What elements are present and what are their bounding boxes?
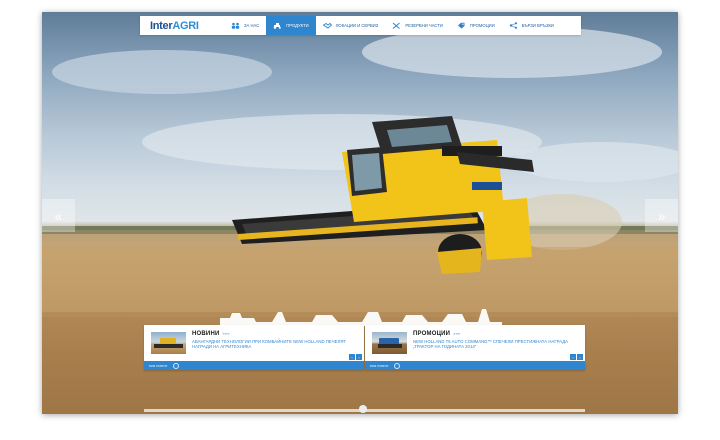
news-headline-link[interactable]: АВАНГАРДНИ ТЕХНОЛОГИИ ПРИ КОМБАЙНИТЕ NEW… [192, 339, 357, 349]
promo-card: ПРОМОЦИИ»»» NEW HOLLAND T6 AUTO COMMAND™… [365, 325, 585, 370]
nav-item-promotions[interactable]: ПРОМОЦИИ [450, 16, 502, 35]
promo-headline-link[interactable]: NEW HOLLAND T6 AUTO COMMAND™ СПЕЧЕЛИ ПРЕ… [413, 339, 578, 349]
promo-more-dots[interactable]: »»» [453, 331, 460, 336]
nav-item-about[interactable]: ЗА НАС [224, 16, 266, 35]
nav-item-label: БЪРЗИ ВРЪЗКИ [521, 23, 554, 28]
promo-footer: виж повече [365, 361, 585, 370]
nav-item-products[interactable]: ПРОДУКТИ [266, 16, 316, 35]
nav-item-locations[interactable]: ЛОКАЦИИ И СЕРВИЗ [316, 16, 386, 35]
top-nav: Inter AGRI ЗА НАС ПРОДУКТИ ЛОКАЦИИ И СЕРВ… [140, 16, 581, 35]
slider-prev-button[interactable]: « [42, 199, 75, 232]
tag-icon [457, 22, 465, 29]
circle-arrow-icon[interactable] [394, 362, 401, 369]
nav-item-label: РЕЗЕРВНИ ЧАСТИ [405, 23, 443, 28]
news-thumbnail[interactable] [151, 332, 186, 354]
nav-item-label: ЛОКАЦИИ И СЕРВИЗ [335, 23, 379, 28]
hero-slider: Inter AGRI ЗА НАС ПРОДУКТИ ЛОКАЦИИ И СЕРВ… [42, 12, 678, 414]
nav-item-parts[interactable]: РЕЗЕРВНИ ЧАСТИ [385, 16, 450, 35]
slide-indicator[interactable] [359, 405, 367, 413]
nav-item-label: ПРОМОЦИИ [469, 23, 495, 28]
news-more-link[interactable]: виж повече [149, 364, 167, 368]
news-footer: виж повече [144, 361, 364, 370]
promo-title: ПРОМОЦИИ»»» [413, 331, 460, 337]
handshake-icon [322, 22, 332, 29]
people-icon [231, 22, 240, 29]
nav-item-label: ПРОДУКТИ [286, 23, 309, 28]
logo-part2: AGRI [172, 19, 199, 32]
promo-prev-button[interactable]: ‹ [570, 354, 576, 360]
news-next-button[interactable]: › [356, 354, 362, 360]
promo-pager: ‹ › [570, 354, 583, 360]
tractor-icon [273, 23, 282, 29]
promo-more-link[interactable]: виж повече [370, 364, 388, 368]
news-prev-button[interactable]: ‹ [349, 354, 355, 360]
news-pager: ‹ › [349, 354, 362, 360]
news-title: НОВИНИ»»» [192, 331, 230, 337]
logo-part1: Inter [150, 19, 173, 32]
promo-next-button[interactable]: › [577, 354, 583, 360]
slider-next-button[interactable]: » [645, 199, 678, 232]
nav-item-label: ЗА НАС [244, 23, 260, 28]
news-more-dots[interactable]: »»» [223, 331, 230, 336]
news-title-text: НОВИНИ [192, 331, 220, 337]
interagri-logo[interactable]: Inter AGRI [140, 16, 224, 35]
promo-title-text: ПРОМОЦИИ [413, 331, 451, 337]
nav-item-quick-links[interactable]: БЪРЗИ ВРЪЗКИ [502, 16, 561, 35]
circle-arrow-icon[interactable] [173, 362, 180, 369]
news-card: НОВИНИ»»» АВАНГАРДНИ ТЕХНОЛОГИИ ПРИ КОМБ… [144, 325, 364, 370]
share-icon [509, 22, 517, 29]
tools-icon [393, 22, 401, 29]
promo-thumbnail[interactable] [372, 332, 407, 354]
